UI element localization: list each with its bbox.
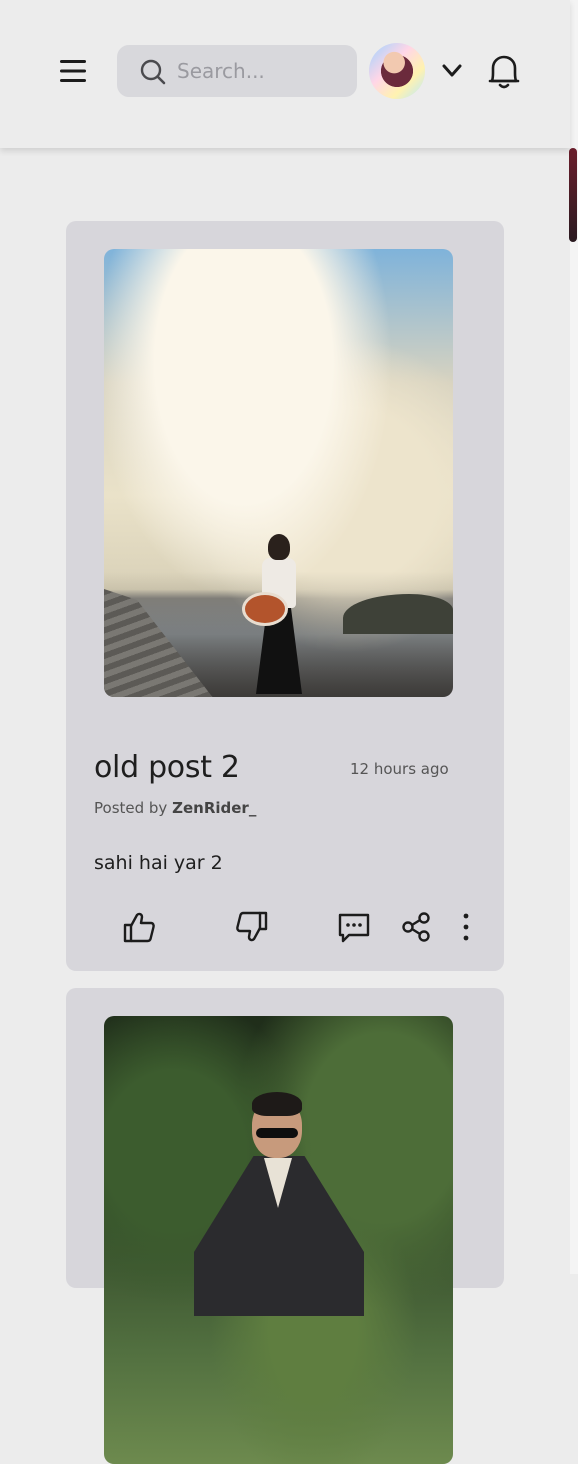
search-input[interactable] <box>177 53 347 89</box>
more-vertical-icon[interactable] <box>446 907 486 947</box>
hamburger-menu-icon[interactable] <box>58 57 88 85</box>
user-avatar[interactable] <box>369 43 425 99</box>
thumbs-up-icon[interactable] <box>119 907 159 947</box>
bell-icon[interactable] <box>486 53 522 91</box>
image-seawall <box>104 589 214 697</box>
top-header <box>0 0 570 148</box>
share-icon[interactable] <box>396 907 436 947</box>
post-card[interactable] <box>66 988 504 1464</box>
post-image[interactable] <box>104 249 453 697</box>
search-icon[interactable] <box>139 58 167 86</box>
chevron-down-icon[interactable] <box>440 60 464 82</box>
comment-icon[interactable] <box>334 907 374 947</box>
post-timestamp: 12 hours ago <box>350 760 449 778</box>
thumbs-down-icon[interactable] <box>232 907 272 947</box>
post-card[interactable]: old post 2 12 hours ago Posted by ZenRid… <box>66 221 504 971</box>
scrollbar-thumb[interactable] <box>569 148 577 242</box>
post-author-line: Posted by ZenRider_ <box>94 798 256 818</box>
search-bar <box>117 45 357 97</box>
post-body: sahi hai yar 2 <box>94 852 223 874</box>
image-hill <box>343 594 453 634</box>
post-title[interactable]: old post 2 <box>94 748 240 788</box>
post-image[interactable] <box>104 1016 453 1464</box>
posted-by-label: Posted by <box>94 799 168 817</box>
author-name[interactable]: ZenRider_ <box>172 799 256 817</box>
image-girl-with-guitar <box>242 534 306 694</box>
